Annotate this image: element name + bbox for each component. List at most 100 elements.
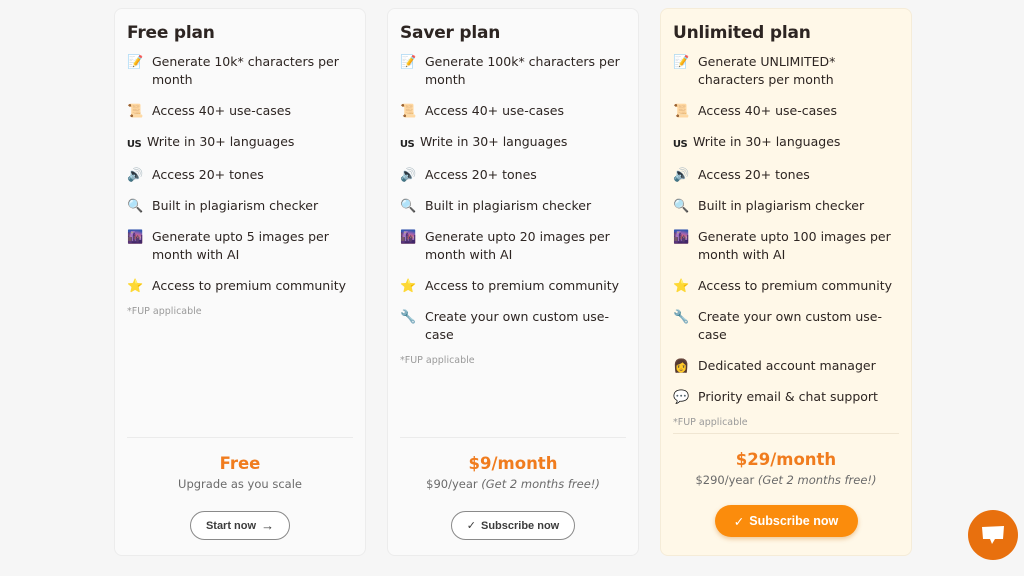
feature-item: 💬 Priority email & chat support: [673, 388, 899, 406]
subscribe-saver-button[interactable]: ✓ Subscribe now: [451, 511, 575, 540]
subscribe-unlimited-button[interactable]: ✓ Subscribe now: [714, 505, 858, 537]
feature-item: 🌆 Generate upto 20 images per month with …: [400, 228, 626, 264]
feature-text: Dedicated account manager: [698, 358, 876, 373]
star-icon: ⭐: [127, 279, 144, 294]
button-label: Start now: [205, 519, 257, 532]
plan-subtext-main: $90/year: [426, 477, 478, 491]
cityscape-icon: 🌆: [400, 230, 417, 245]
button-label: Subscribe now: [749, 514, 839, 528]
feature-text: Generate upto 5 images per month with AI: [152, 229, 329, 262]
fup-note: *FUP applicable: [400, 355, 475, 366]
feature-text: Create your own custom use-case: [698, 309, 882, 342]
feature-item: ⭐ Access to premium community: [673, 277, 899, 295]
plan-footer: Free Upgrade as you scale Start now →: [127, 437, 353, 555]
memo-icon: 📝: [673, 55, 690, 70]
fup-note: *FUP applicable: [673, 417, 748, 428]
feature-item: 🔊 Access 20+ tones: [400, 166, 626, 184]
feature-text: Built in plagiarism checker: [152, 198, 319, 213]
feature-text: Generate upto 100 images per month with …: [698, 229, 891, 262]
feature-item: 📝 Generate 100k* characters per month: [400, 53, 626, 89]
feature-item: 📜 Access 40+ use-cases: [127, 102, 353, 120]
feature-item: 📜 Access 40+ use-cases: [400, 102, 626, 120]
fup-note: *FUP applicable: [127, 306, 202, 317]
star-icon: ⭐: [400, 279, 417, 294]
plan-title: Unlimited plan: [673, 23, 811, 43]
feature-text: Access to premium community: [152, 278, 346, 293]
cityscape-icon: 🌆: [673, 230, 690, 245]
feature-text: Write in 30+ languages: [693, 134, 841, 149]
us-flag-icon: US: [126, 138, 142, 150]
plan-card-free: Free plan 📝 Generate 10k* characters per …: [114, 8, 366, 556]
feature-item: 🔍 Built in plagiarism checker: [400, 197, 626, 215]
start-now-button[interactable]: Start now →: [190, 511, 290, 540]
cityscape-icon: 🌆: [127, 230, 144, 245]
feature-text: Priority email & chat support: [698, 389, 878, 404]
feature-item: 🔧 Create your own custom use-case: [673, 308, 899, 344]
plan-subtext-main: Upgrade as you scale: [178, 477, 302, 491]
scroll-icon: 📜: [400, 104, 417, 119]
plan-title: Saver plan: [400, 23, 501, 43]
feature-item: 📝 Generate 10k* characters per month: [127, 53, 353, 89]
feature-text: Write in 30+ languages: [420, 134, 568, 149]
feature-text: Write in 30+ languages: [147, 134, 295, 149]
plan-price: $29/month: [735, 450, 837, 469]
plan-subtext: Upgrade as you scale: [127, 477, 353, 491]
chat-bubble-icon: [982, 526, 1004, 544]
account-manager-icon: 👩: [673, 359, 690, 374]
feature-text: Access to premium community: [425, 278, 619, 293]
us-flag-icon: US: [399, 138, 415, 150]
feature-item: 🔍 Built in plagiarism checker: [127, 197, 353, 215]
magnifier-icon: 🔍: [127, 199, 144, 214]
feature-item: 🔊 Access 20+ tones: [127, 166, 353, 184]
feature-item: US Write in 30+ languages: [673, 133, 899, 153]
wrench-icon: 🔧: [400, 310, 417, 325]
plan-price: Free: [219, 454, 261, 473]
plan-price: $9/month: [468, 454, 558, 473]
speaker-icon: 🔊: [127, 168, 144, 183]
chat-widget-button[interactable]: [968, 510, 1018, 560]
speech-bubble-icon: 💬: [673, 390, 690, 405]
plan-card-saver: Saver plan 📝 Generate 100k* characters pe…: [387, 8, 639, 556]
plan-subtext: $90/year (Get 2 months free!): [400, 477, 626, 491]
feature-item: 📝 Generate UNLIMITED* characters per mont…: [673, 53, 899, 89]
speaker-icon: 🔊: [673, 168, 690, 183]
feature-text: Access 40+ use-cases: [698, 103, 838, 118]
button-label: Subscribe now: [480, 519, 560, 532]
feature-text: Generate UNLIMITED* characters per month: [698, 54, 836, 87]
check-icon: ✓: [733, 514, 745, 529]
plan-footer: $29/month $290/year (Get 2 months free!)…: [673, 433, 899, 555]
feature-text: Generate upto 20 images per month with A…: [425, 229, 610, 262]
plan-subtext-main: $290/year: [695, 473, 755, 487]
feature-text: Access 20+ tones: [425, 167, 537, 182]
feature-list: 📝 Generate 100k* characters per month 📜 Acc…: [400, 53, 626, 344]
feature-item: 🔧 Create your own custom use-case: [400, 308, 626, 344]
feature-item: 👩 Dedicated account manager: [673, 357, 899, 375]
plan-title: Free plan: [127, 23, 215, 43]
feature-text: Built in plagiarism checker: [698, 198, 865, 213]
plan-footer: $9/month $90/year (Get 2 months free!) ✓…: [400, 437, 626, 555]
feature-text: Access 40+ use-cases: [152, 103, 292, 118]
feature-item: US Write in 30+ languages: [400, 133, 626, 153]
magnifier-icon: 🔍: [400, 199, 417, 214]
memo-icon: 📝: [127, 55, 144, 70]
feature-list: 📝 Generate 10k* characters per month 📜 Acce…: [127, 53, 353, 295]
feature-text: Access 40+ use-cases: [425, 103, 565, 118]
us-flag-icon: US: [672, 138, 688, 150]
scroll-icon: 📜: [127, 104, 144, 119]
memo-icon: 📝: [400, 55, 417, 70]
speaker-icon: 🔊: [400, 168, 417, 183]
feature-item: 🔍 Built in plagiarism checker: [673, 197, 899, 215]
plan-card-unlimited: Unlimited plan 📝 Generate UNLIMITED* char…: [660, 8, 912, 556]
feature-item: ⭐ Access to premium community: [127, 277, 353, 295]
feature-text: Access 20+ tones: [152, 167, 264, 182]
star-icon: ⭐: [673, 279, 690, 294]
feature-text: Generate 10k* characters per month: [152, 54, 339, 87]
scroll-icon: 📜: [673, 104, 690, 119]
check-icon: ✓: [466, 520, 476, 532]
plan-subtext-note: (Get 2 months free!): [757, 473, 877, 487]
feature-text: Access to premium community: [698, 278, 892, 293]
feature-text: Generate 100k* characters per month: [425, 54, 620, 87]
feature-text: Access 20+ tones: [698, 167, 810, 182]
feature-item: 🔊 Access 20+ tones: [673, 166, 899, 184]
feature-text: Create your own custom use-case: [425, 309, 609, 342]
